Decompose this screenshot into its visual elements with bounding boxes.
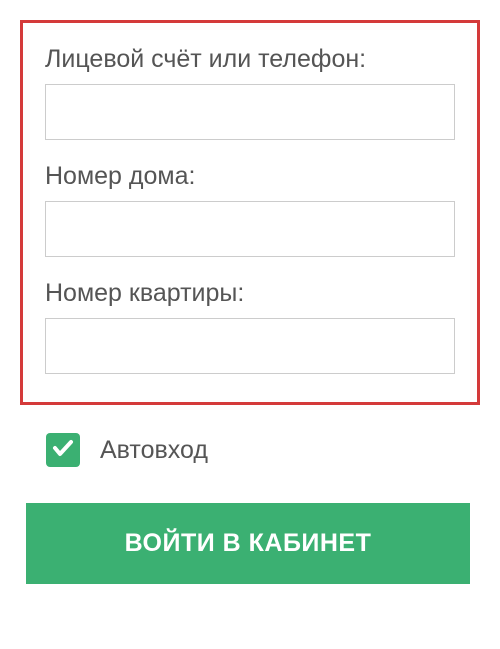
login-form-highlighted: Лицевой счёт или телефон: Номер дома: Но… xyxy=(20,20,480,405)
check-icon xyxy=(51,436,75,465)
field-group-account: Лицевой счёт или телефон: xyxy=(45,45,455,140)
apartment-input[interactable] xyxy=(45,318,455,374)
account-input[interactable] xyxy=(45,84,455,140)
autologin-checkbox[interactable] xyxy=(46,433,80,467)
house-label: Номер дома: xyxy=(45,162,455,191)
autologin-row: Автовход xyxy=(20,433,480,467)
autologin-label: Автовход xyxy=(100,436,208,465)
account-label: Лицевой счёт или телефон: xyxy=(45,45,455,74)
login-button[interactable]: ВОЙТИ В КАБИНЕТ xyxy=(26,503,470,584)
field-group-house: Номер дома: xyxy=(45,162,455,257)
apartment-label: Номер квартиры: xyxy=(45,279,455,308)
house-input[interactable] xyxy=(45,201,455,257)
field-group-apartment: Номер квартиры: xyxy=(45,279,455,374)
